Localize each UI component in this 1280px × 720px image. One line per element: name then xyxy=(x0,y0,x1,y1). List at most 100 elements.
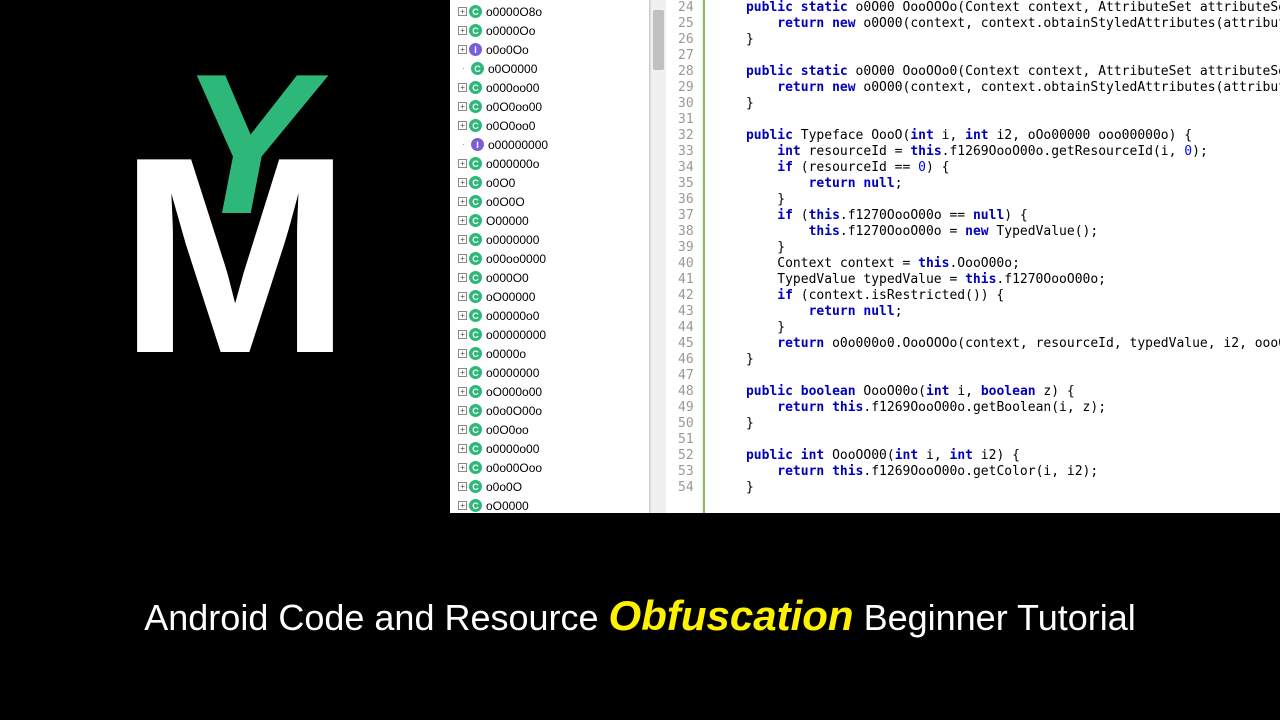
code-line[interactable]: } xyxy=(715,320,1280,336)
expand-icon[interactable]: + xyxy=(458,368,467,377)
code-line[interactable]: } xyxy=(715,480,1280,496)
expand-icon[interactable]: + xyxy=(458,463,467,472)
scroll-thumb[interactable] xyxy=(653,10,664,70)
code-line[interactable]: return null; xyxy=(715,304,1280,320)
tree-row[interactable]: +CoO00000 xyxy=(450,287,649,306)
class-tree[interactable]: +Co0000O8o+Co0000Oo+Io0o0Oo·Co0O0000+Co0… xyxy=(450,0,650,513)
expand-icon[interactable]: + xyxy=(458,178,467,187)
code-line[interactable]: public static o0O00 OooOOo0(Context cont… xyxy=(715,64,1280,80)
tree-row[interactable]: +Co0o0O xyxy=(450,477,649,496)
tree-row[interactable]: +Co0O0oo0 xyxy=(450,116,649,135)
tree-row[interactable]: +Co0O0oo xyxy=(450,420,649,439)
expand-icon[interactable]: + xyxy=(458,292,467,301)
code-line[interactable]: return new o0O00(context, context.obtain… xyxy=(715,80,1280,96)
expand-icon[interactable]: + xyxy=(458,216,467,225)
line-number: 44 xyxy=(678,320,694,336)
code-line[interactable]: public Typeface OooO(int i, int i2, oOo0… xyxy=(715,128,1280,144)
tree-row[interactable]: +Co0000000 xyxy=(450,230,649,249)
expand-icon[interactable]: + xyxy=(458,7,467,16)
tree-row[interactable]: +Io0o0Oo xyxy=(450,40,649,59)
class-icon: C xyxy=(469,328,482,341)
expand-icon[interactable]: + xyxy=(458,83,467,92)
class-icon: C xyxy=(469,404,482,417)
code-line[interactable] xyxy=(715,112,1280,128)
expand-icon[interactable]: + xyxy=(458,273,467,282)
code-line[interactable]: } xyxy=(715,32,1280,48)
line-number: 26 xyxy=(678,32,694,48)
expand-icon[interactable]: + xyxy=(458,197,467,206)
code-line[interactable]: Context context = this.OooO00o; xyxy=(715,256,1280,272)
tree-row[interactable]: +Co0000Oo xyxy=(450,21,649,40)
code-line[interactable]: } xyxy=(715,192,1280,208)
code-line[interactable]: this.f1270OooO00o = new TypedValue(); xyxy=(715,224,1280,240)
expand-icon[interactable]: + xyxy=(458,406,467,415)
expand-icon[interactable]: · xyxy=(458,139,469,150)
expand-icon[interactable]: + xyxy=(458,121,467,130)
tree-row[interactable]: +Co000oo00 xyxy=(450,78,649,97)
code-line[interactable]: if (resourceId == 0) { xyxy=(715,160,1280,176)
expand-icon[interactable]: + xyxy=(458,482,467,491)
tree-row[interactable]: +Co000O0 xyxy=(450,268,649,287)
tree-row[interactable]: +Co0O0O xyxy=(450,192,649,211)
tree-row[interactable]: +Co0o0O00o xyxy=(450,401,649,420)
tree-row[interactable]: +Co00000000 xyxy=(450,325,649,344)
tree-row[interactable]: +Co0000o xyxy=(450,344,649,363)
expand-icon[interactable]: + xyxy=(458,349,467,358)
code-line[interactable]: public static o0O00 OooOOOo(Context cont… xyxy=(715,0,1280,16)
code-line[interactable] xyxy=(715,368,1280,384)
code-line[interactable] xyxy=(715,432,1280,448)
tree-row[interactable]: +CO00000 xyxy=(450,211,649,230)
code-line[interactable]: public boolean OooO00o(int i, boolean z)… xyxy=(715,384,1280,400)
code-line[interactable]: if (context.isRestricted()) { xyxy=(715,288,1280,304)
code-line[interactable]: TypedValue typedValue = this.f1270OooO00… xyxy=(715,272,1280,288)
tree-row[interactable]: +Co000000o xyxy=(450,154,649,173)
code-area[interactable]: public static o0O00 OooOOOo(Context cont… xyxy=(703,0,1280,513)
code-line[interactable]: } xyxy=(715,240,1280,256)
expand-icon[interactable]: + xyxy=(458,235,467,244)
expand-icon[interactable]: + xyxy=(458,330,467,339)
tree-row[interactable]: +Co0000000 xyxy=(450,363,649,382)
expand-icon[interactable]: + xyxy=(458,425,467,434)
class-icon: C xyxy=(469,309,482,322)
caption-post: Beginner Tutorial xyxy=(864,597,1136,638)
tree-row[interactable]: ·Co0O0000 xyxy=(450,59,649,78)
tree-row[interactable]: +CoO000o00 xyxy=(450,382,649,401)
class-icon: C xyxy=(469,195,482,208)
code-line[interactable]: int resourceId = this.f1269OooO00o.getRe… xyxy=(715,144,1280,160)
expand-icon[interactable]: + xyxy=(458,159,467,168)
expand-icon[interactable]: + xyxy=(458,254,467,263)
expand-icon[interactable]: · xyxy=(458,63,469,74)
line-number: 53 xyxy=(678,464,694,480)
tree-row[interactable]: +Co0O0 xyxy=(450,173,649,192)
tree-item-label: oO00000 xyxy=(486,290,535,304)
tree-row[interactable]: +Co0000O8o xyxy=(450,2,649,21)
tree-row[interactable]: +Co0000o00 xyxy=(450,439,649,458)
code-line[interactable]: return o0o000o0.OooOOOo(context, resourc… xyxy=(715,336,1280,352)
tree-row[interactable]: +Co00oo0000 xyxy=(450,249,649,268)
code-line[interactable]: public int OooOO00(int i, int i2) { xyxy=(715,448,1280,464)
tree-scrollbar[interactable] xyxy=(650,0,666,513)
code-line[interactable]: } xyxy=(715,352,1280,368)
code-line[interactable]: return null; xyxy=(715,176,1280,192)
tree-item-label: o00000000 xyxy=(488,138,548,152)
tree-row[interactable]: +Co0o00Ooo xyxy=(450,458,649,477)
expand-icon[interactable]: + xyxy=(458,311,467,320)
code-line[interactable]: return new o0O00(context, context.obtain… xyxy=(715,16,1280,32)
expand-icon[interactable]: + xyxy=(458,444,467,453)
tree-row[interactable]: +CoO0000 xyxy=(450,496,649,513)
tree-row[interactable]: +Co0O0oo00 xyxy=(450,97,649,116)
expand-icon[interactable]: + xyxy=(458,102,467,111)
code-line[interactable]: return this.f1269OooO00o.getColor(i, i2)… xyxy=(715,464,1280,480)
expand-icon[interactable]: + xyxy=(458,387,467,396)
tree-item-label: o0000o xyxy=(486,347,526,361)
code-line[interactable] xyxy=(715,48,1280,64)
expand-icon[interactable]: + xyxy=(458,45,467,54)
tree-row[interactable]: ·Io00000000 xyxy=(450,135,649,154)
code-line[interactable]: } xyxy=(715,416,1280,432)
tree-row[interactable]: +Co00000o0 xyxy=(450,306,649,325)
code-line[interactable]: if (this.f1270OooO00o == null) { xyxy=(715,208,1280,224)
expand-icon[interactable]: + xyxy=(458,26,467,35)
code-line[interactable]: } xyxy=(715,96,1280,112)
code-line[interactable]: return this.f1269OooO00o.getBoolean(i, z… xyxy=(715,400,1280,416)
expand-icon[interactable]: + xyxy=(458,501,467,510)
